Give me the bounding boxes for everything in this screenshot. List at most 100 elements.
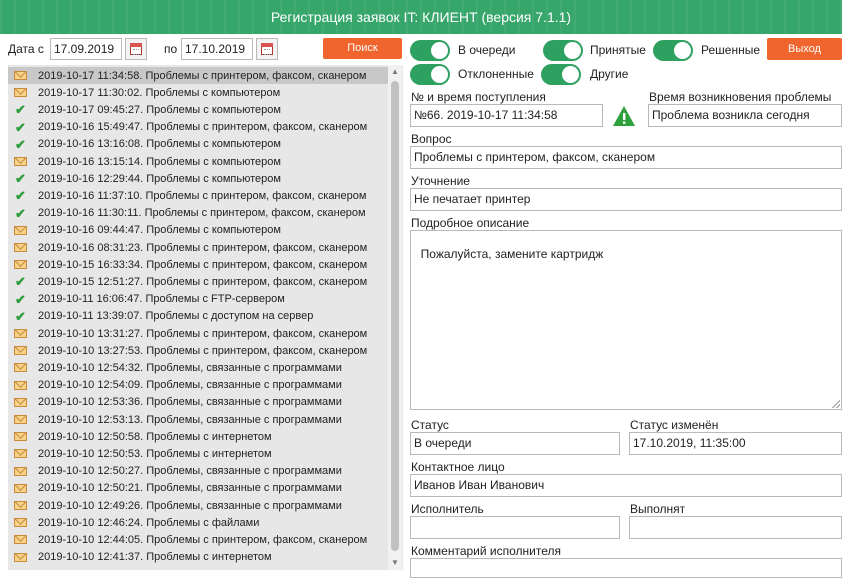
list-item[interactable]: 2019-10-10 12:41:37. Проблемы с интернет… [8,549,388,566]
toggle-solved-label: Решенные [701,43,761,57]
list-item[interactable]: ✔ 2019-10-17 09:45:27. Проблемы с компьют… [8,101,388,118]
check-icon: ✔ [15,119,26,135]
list-item[interactable]: 2019-10-16 08:31:23. Проблемы с принтеро… [8,239,388,256]
exit-button[interactable]: Выход [767,38,842,60]
comment-field[interactable] [410,558,842,578]
executor-field[interactable] [410,516,620,539]
list-item[interactable]: ✔ 2019-10-11 16:06:47. Проблемы с FTP-сер… [8,291,388,308]
list-item[interactable]: 2019-10-10 12:54:09. Проблемы, связанные… [8,377,388,394]
toggle-other[interactable] [541,64,581,85]
status-changed-label: Статус изменён [630,418,719,432]
date-from-calendar-button[interactable] [125,38,147,60]
list-item[interactable]: ✔ 2019-10-16 15:49:47. Проблемы с принтер… [8,119,388,136]
check-icon: ✔ [15,205,26,221]
list-item[interactable]: 2019-10-10 12:50:58. Проблемы с интернет… [8,428,388,445]
performing-label: Выполнят [630,502,686,516]
toggle-solved[interactable] [653,40,693,61]
list-item[interactable]: ✔ 2019-10-16 11:37:10. Проблемы с принтер… [8,187,388,204]
list-item-text: 2019-10-10 12:50:58. Проблемы с интернет… [38,430,272,443]
envelope-icon [14,432,27,442]
search-button[interactable]: Поиск [323,38,402,59]
description-label: Подробное описание [411,216,530,230]
list-item[interactable]: ✔ 2019-10-11 13:39:07. Проблемы с доступо… [8,308,388,325]
list-item-text: 2019-10-10 13:31:27. Проблемы с принтеро… [38,327,368,340]
request-list[interactable]: 2019-10-17 11:34:58. Проблемы с принтеро… [8,65,403,570]
check-icon: ✔ [15,274,26,290]
list-item-text: 2019-10-17 11:30:02. Проблемы с компьюте… [38,86,281,99]
list-item[interactable]: 2019-10-16 13:15:14. Проблемы с компьюте… [8,153,388,170]
status-field[interactable]: В очереди [410,432,620,455]
check-icon: ✔ [15,171,26,187]
window-titlebar: Регистрация заявок IT: КЛИЕНТ (версия 7.… [0,0,842,34]
list-item[interactable]: ✔ 2019-10-16 12:29:44. Проблемы с компьют… [8,170,388,187]
list-item[interactable]: 2019-10-17 11:30:02. Проблемы с компьюте… [8,84,388,101]
list-item[interactable]: 2019-10-10 12:50:27. Проблемы, связанные… [8,463,388,480]
list-item[interactable]: 2019-10-10 12:53:13. Проблемы, связанные… [8,411,388,428]
list-item[interactable]: 2019-10-10 12:50:21. Проблемы, связанные… [8,480,388,497]
status-changed-field[interactable]: 17.10.2019, 11:35:00 [629,432,842,455]
list-item[interactable]: 2019-10-10 13:31:27. Проблемы с принтеро… [8,325,388,342]
envelope-icon [14,397,27,407]
date-to-calendar-button[interactable] [256,38,278,60]
question-label: Вопрос [411,132,452,146]
list-item[interactable]: 2019-10-10 12:44:05. Проблемы с принтеро… [8,531,388,548]
list-item[interactable]: 2019-10-10 12:49:26. Проблемы, связанные… [8,497,388,514]
list-item-text: 2019-10-10 12:41:37. Проблемы с интернет… [38,551,272,564]
contact-field[interactable]: Иванов Иван Иванович [410,474,842,497]
scrollbar-thumb[interactable] [391,81,399,551]
request-list-scrollbar[interactable]: ▲ ▼ [388,65,402,570]
number-label: № и время поступления [411,90,546,104]
envelope-icon [14,88,27,98]
list-item-text: 2019-10-10 12:46:24. Проблемы с файлами [38,516,260,529]
clarification-label: Уточнение [411,174,470,188]
list-item[interactable]: ✔ 2019-10-16 11:30:11. Проблемы с принтер… [8,205,388,222]
envelope-icon [14,552,27,562]
envelope-icon [14,346,27,356]
occurred-field[interactable]: Проблема возникла сегодня [648,104,842,127]
list-item[interactable]: 2019-10-17 11:34:58. Проблемы с принтеро… [8,67,388,84]
date-from-label: Дата с [8,42,44,56]
calendar-icon [261,43,273,55]
toggle-rejected[interactable] [410,64,450,85]
clarification-field[interactable]: Не печатает принтер [410,188,842,211]
performing-field[interactable] [629,516,842,539]
list-item[interactable]: ✔ 2019-10-15 12:51:27. Проблемы с принтер… [8,273,388,290]
resize-grip-icon[interactable] [832,400,840,408]
list-item-text: 2019-10-10 12:50:27. Проблемы, связанные… [38,465,342,478]
toggle-other-label: Другие [590,67,629,81]
question-field[interactable]: Проблемы с принтером, факсом, сканером [410,146,842,169]
list-item[interactable]: 2019-10-10 12:53:36. Проблемы, связанные… [8,394,388,411]
number-field[interactable]: №66. 2019-10-17 11:34:58 [410,104,603,127]
list-item[interactable]: 2019-10-15 16:33:34. Проблемы с принтеро… [8,256,388,273]
list-item-text: 2019-10-16 13:15:14. Проблемы с компьюте… [38,155,281,168]
list-item[interactable]: ✔ 2019-10-16 13:16:08. Проблемы с компьют… [8,136,388,153]
list-item-text: 2019-10-16 15:49:47. Проблемы с принтеро… [38,121,368,134]
contact-label: Контактное лицо [411,460,505,474]
description-textarea[interactable]: Пожалуйста, замените картридж [410,230,842,410]
list-item[interactable]: 2019-10-10 13:27:53. Проблемы с принтеро… [8,342,388,359]
date-from-input[interactable]: 17.09.2019 [50,38,122,60]
list-item-text: 2019-10-15 12:51:27. Проблемы с принтеро… [38,275,368,288]
list-item[interactable]: 2019-10-16 09:44:47. Проблемы с компьюте… [8,222,388,239]
envelope-icon [14,501,27,510]
list-item-text: 2019-10-17 11:34:58. Проблемы с принтеро… [38,69,367,82]
list-item-text: 2019-10-16 11:37:10. Проблемы с принтеро… [38,189,367,202]
list-item-text: 2019-10-16 11:30:11. Проблемы с принтеро… [38,207,366,220]
list-item-text: 2019-10-11 16:06:47. Проблемы с FTP-серв… [38,293,285,306]
scroll-down-arrow-icon[interactable]: ▼ [388,556,402,570]
list-item[interactable]: 2019-10-10 12:50:53. Проблемы с интернет… [8,445,388,462]
description-text: Пожалуйста, замените картридж [420,247,604,261]
list-item-text: 2019-10-10 12:53:36. Проблемы, связанные… [38,396,342,409]
toggle-accepted-label: Принятые [590,43,646,57]
list-item-text: 2019-10-16 12:29:44. Проблемы с компьюте… [38,172,281,185]
envelope-icon [14,71,27,80]
list-item[interactable]: 2019-10-10 12:46:24. Проблемы с файлами [8,514,388,531]
envelope-icon [14,518,27,528]
scroll-up-arrow-icon[interactable]: ▲ [388,65,402,79]
check-icon: ✔ [15,291,26,307]
toggle-rejected-label: Отклоненные [458,67,534,81]
toggle-queued[interactable] [410,40,450,61]
list-item[interactable]: 2019-10-10 12:54:32. Проблемы, связанные… [8,359,388,376]
date-to-input[interactable]: 17.10.2019 [181,38,253,60]
toggle-accepted[interactable] [543,40,583,61]
